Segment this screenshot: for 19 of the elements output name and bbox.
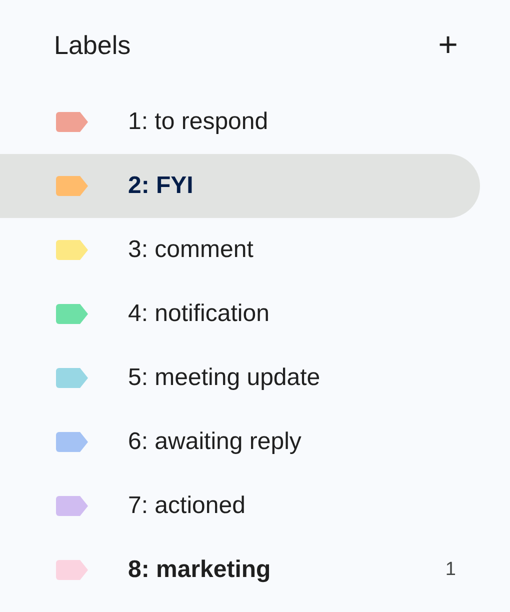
label-name: 8: marketing bbox=[128, 555, 272, 585]
label-name: 6: awaiting reply bbox=[128, 427, 302, 457]
label-name: 7: actioned bbox=[128, 491, 246, 521]
label-item[interactable]: 4: notification bbox=[0, 282, 480, 346]
label-item[interactable]: 5: meeting update bbox=[0, 346, 480, 410]
label-item[interactable]: 7: actioned bbox=[0, 474, 480, 538]
unread-count: 1 bbox=[445, 558, 456, 582]
label-name: 4: notification bbox=[128, 299, 270, 329]
label-name: 2: FYI bbox=[128, 171, 194, 201]
label-item[interactable]: 2: FYI bbox=[0, 154, 480, 218]
label-item[interactable]: 3: comment bbox=[0, 218, 480, 282]
label-item[interactable]: 8: marketing 1 bbox=[0, 538, 480, 602]
label-name: 3: comment bbox=[128, 235, 254, 265]
label-name: 5: meeting update bbox=[128, 363, 322, 393]
section-title: Labels bbox=[54, 28, 131, 62]
label-item[interactable]: 1: to respond bbox=[0, 90, 480, 154]
label-name: 1: to respond bbox=[128, 107, 270, 137]
label-item[interactable]: 6: awaiting reply bbox=[0, 410, 480, 474]
add-label-button[interactable]: + bbox=[438, 28, 458, 62]
